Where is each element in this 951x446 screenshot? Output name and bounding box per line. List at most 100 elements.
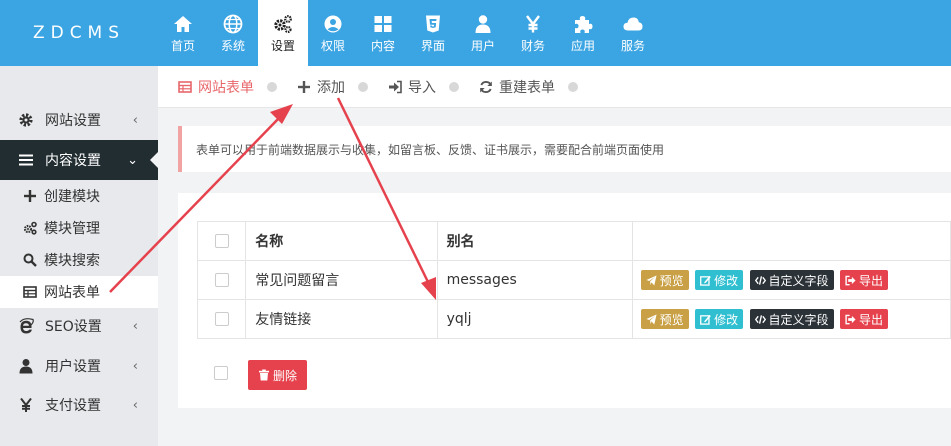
table-row: 常见问题留言 messages 预览 修改 自定义字段 导出 <box>196 260 951 300</box>
table-icon <box>22 284 38 300</box>
puzzle-icon <box>575 15 593 33</box>
edit-label: 修改 <box>714 312 739 327</box>
topnav-item-content[interactable]: 内容 <box>358 0 408 66</box>
preview-label: 预览 <box>659 312 684 327</box>
edit-icon <box>700 314 711 325</box>
tab-label: 网站表单 <box>198 79 254 96</box>
tab-rebuild-forms[interactable]: 重建表单 <box>479 77 555 97</box>
export-button[interactable]: 导出 <box>840 270 889 290</box>
topnav-label: 用户 <box>470 38 495 53</box>
table-row: 友情链接 yqlj 预览 修改 自定义字段 导出 <box>196 299 951 339</box>
sidebar: 网站设置 ‹ 内容设置 ⌄ 创建模块 模块管理 模块搜索 网站表单 SEO设置 … <box>0 66 158 446</box>
top-bar: ZDCMS 首页 系统 设置 权限 内容 界面 用户 财务 应用 服务 <box>0 0 951 66</box>
cell-alias: yqlj <box>436 299 633 339</box>
refresh-icon <box>480 80 492 93</box>
cogs-icon <box>22 220 38 236</box>
forms-panel: 名称 别名 常见问题留言 messages 预览 修改 自定义字段 导出 友情链… <box>178 193 951 408</box>
topnav-item-home[interactable]: 首页 <box>158 0 208 66</box>
topnav-label: 首页 <box>170 38 195 53</box>
sidebar-subitem-module-search[interactable]: 模块搜索 <box>0 244 158 276</box>
sidebar-item-content-settings[interactable]: 内容设置 ⌄ <box>0 140 158 180</box>
bulk-select-checkbox[interactable] <box>214 366 228 380</box>
sidebar-subitem-label: 模块管理 <box>44 221 100 237</box>
topnav-item-system[interactable]: 系统 <box>208 0 258 66</box>
sidebar-item-user-settings[interactable]: 用户设置 ‹ <box>0 346 158 386</box>
sidebar-item-site-settings[interactable]: 网站设置 ‹ <box>0 100 158 140</box>
user-icon <box>18 358 34 374</box>
topnav-item-finance[interactable]: 财务 <box>508 0 558 66</box>
topnav-item-permissions[interactable]: 权限 <box>308 0 358 66</box>
edit-button[interactable]: 修改 <box>695 309 744 329</box>
topnav-label: 服务 <box>620 38 645 53</box>
custom-fields-button[interactable]: 自定义字段 <box>749 270 834 290</box>
tab-label: 添加 <box>317 79 345 96</box>
topnav-item-settings[interactable]: 设置 <box>258 0 308 66</box>
tab-import[interactable]: 导入 <box>388 77 436 97</box>
topnav-item-services[interactable]: 服务 <box>608 0 658 66</box>
select-all-checkbox[interactable] <box>214 234 229 248</box>
grid-icon <box>374 15 392 32</box>
code-icon <box>754 275 766 285</box>
user-icon <box>475 14 491 33</box>
table-header-row: 名称 别名 <box>196 221 951 261</box>
sidebar-item-label: 网站设置 <box>45 113 101 129</box>
cell-name: 友情链接 <box>245 299 438 339</box>
delete-button[interactable]: 删除 <box>248 360 308 390</box>
tab-label: 导入 <box>408 79 436 96</box>
edit-label: 修改 <box>714 273 739 288</box>
topnav-label: 权限 <box>320 38 345 53</box>
sidebar-item-label: SEO设置 <box>45 319 102 335</box>
topnav-label: 界面 <box>420 38 445 53</box>
sidebar-subitem-create-module[interactable]: 创建模块 <box>0 180 158 212</box>
plus-icon <box>22 188 38 204</box>
sidebar-item-label: 支付设置 <box>45 398 101 414</box>
home-icon <box>174 15 192 32</box>
cogs-icon <box>274 14 292 33</box>
chevron-left-icon: ‹ <box>132 318 138 334</box>
export-button[interactable]: 导出 <box>840 309 889 329</box>
sidebar-item-label: 内容设置 <box>45 153 101 169</box>
preview-button[interactable]: 预览 <box>640 309 689 329</box>
chevron-left-icon: ‹ <box>132 358 138 374</box>
export-label: 导出 <box>859 312 884 327</box>
chevron-left-icon: ‹ <box>132 397 138 413</box>
sign-out-icon <box>845 314 856 324</box>
tab-label: 重建表单 <box>499 79 555 96</box>
topnav-label: 设置 <box>270 38 295 53</box>
preview-label: 预览 <box>659 273 684 288</box>
globe-icon <box>223 14 243 33</box>
sidebar-subitem-site-forms[interactable]: 网站表单 <box>0 276 158 308</box>
row-checkbox[interactable] <box>214 273 229 287</box>
sidebar-subitem-label: 模块搜索 <box>44 253 100 269</box>
row-select-cell <box>196 299 247 339</box>
tab-separator <box>358 81 368 92</box>
header-select-all-cell <box>196 221 247 261</box>
row-checkbox[interactable] <box>214 312 229 326</box>
code-icon <box>754 314 766 324</box>
topnav-item-interface[interactable]: 界面 <box>408 0 458 66</box>
sidebar-item-payment-settings[interactable]: 支付设置 ‹ <box>0 385 158 425</box>
tab-add[interactable]: 添加 <box>297 77 345 97</box>
topnav-item-apps[interactable]: 应用 <box>558 0 608 66</box>
tab-site-forms[interactable]: 网站表单 <box>178 77 254 97</box>
topnav-item-users[interactable]: 用户 <box>458 0 508 66</box>
edit-button[interactable]: 修改 <box>695 270 744 290</box>
cell-actions: 预览 修改 自定义字段 导出 <box>631 299 951 339</box>
custom-fields-button[interactable]: 自定义字段 <box>749 309 834 329</box>
sidebar-item-label: 用户设置 <box>45 359 101 375</box>
sign-out-icon <box>845 275 856 285</box>
preview-button[interactable]: 预览 <box>640 270 689 290</box>
export-label: 导出 <box>859 273 884 288</box>
sidebar-subitem-module-management[interactable]: 模块管理 <box>0 212 158 244</box>
tab-bar: 网站表单 添加 导入 重建表单 <box>158 66 951 108</box>
yen-icon <box>18 397 34 413</box>
search-icon <box>22 252 38 268</box>
app-logo[interactable]: ZDCMS <box>0 0 158 66</box>
tab-separator <box>449 81 459 92</box>
yen-icon <box>526 14 540 32</box>
topnav-label: 内容 <box>370 38 395 53</box>
gear-icon <box>18 112 34 128</box>
edit-icon <box>700 275 711 286</box>
sidebar-item-seo-settings[interactable]: SEO设置 ‹ <box>0 306 158 346</box>
table-icon <box>178 80 192 93</box>
